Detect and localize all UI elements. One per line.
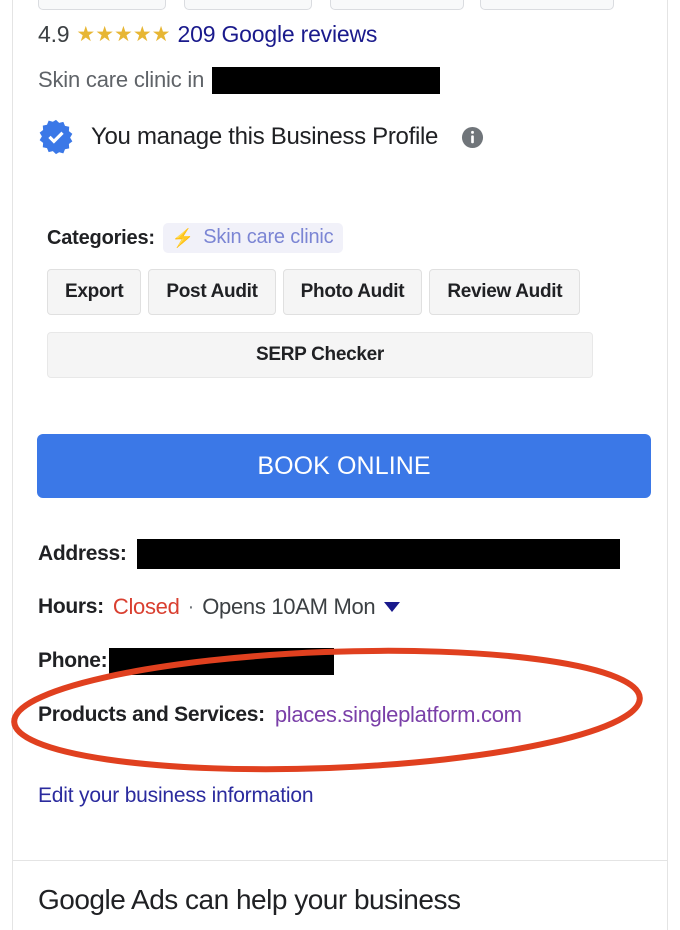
hours-row: Hours: Closed · Opens 10AM Mon <box>38 591 401 623</box>
audit-button-row: Export Post Audit Photo Audit Review Aud… <box>47 269 581 315</box>
top-partial-button-row <box>0 0 680 10</box>
chevron-down-icon[interactable] <box>384 602 401 612</box>
subtitle-text: Skin care clinic in <box>38 67 205 92</box>
panel-right-border-lower <box>667 861 668 930</box>
address-label: Address: <box>38 542 127 565</box>
review-audit-button[interactable]: Review Audit <box>429 269 581 315</box>
panel-left-border <box>12 0 13 860</box>
section-divider <box>12 860 668 861</box>
redacted-location <box>212 66 441 94</box>
business-profile-panel: 4.9 ★★★★★ 209 Google reviews Skin care c… <box>0 0 680 930</box>
hours-label: Hours: <box>38 595 104 618</box>
redacted-address-value <box>136 539 620 569</box>
rating-score: 4.9 <box>38 20 70 47</box>
category-chip-skin-care-clinic[interactable]: ⚡ Skin care clinic <box>162 223 344 253</box>
info-icon[interactable] <box>455 126 484 149</box>
serp-checker-button[interactable]: SERP Checker <box>47 332 593 378</box>
panel-right-border <box>667 0 668 860</box>
products-services-label: Products and Services: <box>38 703 265 726</box>
hours-separator: · <box>187 595 195 618</box>
star-rating-icon: ★★★★★ <box>76 22 171 46</box>
top-partial-button-3[interactable] <box>330 0 464 10</box>
phone-label: Phone: <box>38 649 108 672</box>
post-audit-button[interactable]: Post Audit <box>148 269 276 315</box>
products-services-row: Products and Services: places.singleplat… <box>38 699 522 731</box>
redacted-phone-value <box>109 647 335 675</box>
google-ads-heading: Google Ads can help your business <box>38 884 461 915</box>
top-partial-button-4[interactable] <box>480 0 614 10</box>
top-partial-button-2[interactable] <box>184 0 312 10</box>
manage-profile-row: You manage this Business Profile <box>38 118 484 156</box>
edit-business-information-link[interactable]: Edit your business information <box>38 784 314 808</box>
address-row: Address: <box>38 538 620 570</box>
top-partial-button-1[interactable] <box>38 0 166 10</box>
phone-row: Phone: <box>38 645 335 677</box>
export-button[interactable]: Export <box>47 269 142 315</box>
hours-opens-text: Opens 10AM Mon <box>202 594 376 619</box>
products-services-link[interactable]: places.singleplatform.com <box>275 702 522 728</box>
category-chip-label: Skin care clinic <box>203 226 334 248</box>
book-online-button[interactable]: BOOK ONLINE <box>37 434 651 498</box>
manage-profile-text: You manage this Business Profile <box>91 123 439 150</box>
hours-status-badge: Closed <box>112 594 180 619</box>
lightning-bolt-icon: ⚡ <box>171 227 195 248</box>
photo-audit-button[interactable]: Photo Audit <box>282 269 423 315</box>
business-category-subtitle: Skin care clinic in <box>38 65 441 95</box>
verified-badge-icon <box>38 119 74 155</box>
categories-label: Categories: <box>47 226 155 249</box>
rating-row: 4.9 ★★★★★ 209 Google reviews <box>38 19 377 49</box>
categories-row: Categories: ⚡ Skin care clinic <box>47 222 344 254</box>
google-reviews-link[interactable]: 209 Google reviews <box>178 21 378 48</box>
panel-left-border-lower <box>12 861 13 930</box>
